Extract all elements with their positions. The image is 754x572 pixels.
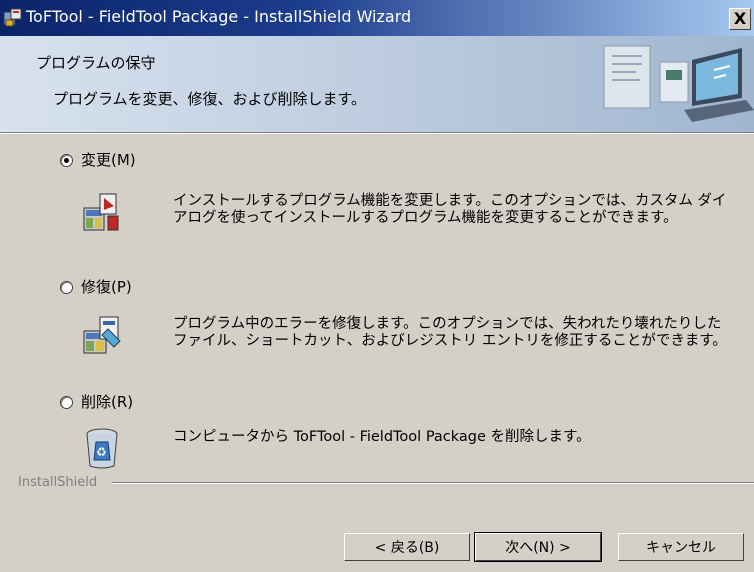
modify-icon	[83, 193, 119, 231]
page-subtitle: プログラムを変更、修復、および削除します。	[53, 90, 367, 108]
remove-radio[interactable]	[60, 396, 73, 409]
banner-computer-graphic-icon	[603, 45, 754, 122]
next-button[interactable]: 次へ(N) >	[474, 532, 602, 562]
installshield-wizard-window: ToFTool - FieldTool Package - InstallShi…	[0, 0, 754, 572]
remove-option-label[interactable]: 削除(R)	[81, 391, 133, 412]
cancel-button[interactable]: キャンセル	[618, 533, 744, 561]
repair-radio[interactable]	[60, 281, 73, 294]
svg-text:♻: ♻	[96, 445, 107, 459]
back-button[interactable]: < 戻る(B)	[344, 533, 470, 561]
title-bar[interactable]: ToFTool - FieldTool Package - InstallShi…	[0, 0, 754, 36]
modify-radio[interactable]	[60, 154, 73, 167]
recycle-bin-icon: ♻	[86, 428, 118, 469]
modify-description: インストールするプログラム機能を変更します。このオプションでは、カスタム ダイア…	[173, 193, 727, 226]
installer-app-icon	[3, 8, 22, 27]
page-title: プログラムの保守	[36, 54, 156, 72]
remove-description: コンピュータから ToFTool - FieldTool Package を削除…	[173, 429, 591, 445]
modify-option-label[interactable]: 変更(M)	[81, 149, 136, 170]
header-separator	[0, 132, 754, 134]
header-banner: プログラムの保守 プログラムを変更、修復、および削除します。	[0, 36, 754, 132]
close-button[interactable]: X	[729, 8, 751, 30]
installshield-brand-label: InstallShield	[18, 475, 98, 490]
repair-option-label[interactable]: 修復(P)	[81, 276, 132, 297]
repair-description: プログラム中のエラーを修復します。このオプションでは、失われたり壊れたりしたファ…	[173, 316, 727, 349]
footer-separator	[112, 482, 754, 484]
repair-icon	[83, 316, 121, 354]
window-title: ToFTool - FieldTool Package - InstallShi…	[26, 7, 412, 26]
